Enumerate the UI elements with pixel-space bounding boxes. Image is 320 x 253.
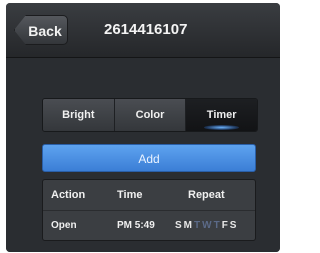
column-header-action: Action [51, 189, 86, 201]
day-thursday: T [213, 220, 220, 231]
row-time: PM 5:49 [117, 220, 155, 231]
tab-bright[interactable]: Bright [43, 99, 115, 131]
table-row[interactable]: Open PM 5:49 SMTWTFS [43, 211, 255, 241]
day-saturday: S [229, 220, 237, 231]
navigation-bar: Back 2614416107 [6, 3, 280, 58]
app-screen: Back 2614416107 Bright Color Timer Add A… [6, 3, 280, 252]
day-monday: M [183, 220, 193, 231]
day-sunday: S [175, 220, 182, 231]
row-action: Open [51, 220, 77, 231]
column-header-repeat: Repeat [188, 189, 225, 201]
mode-tabs: Bright Color Timer [42, 98, 258, 132]
table-header: Action Time Repeat [43, 180, 255, 211]
content-area: Bright Color Timer Add Action Time Repea… [6, 58, 280, 252]
column-header-time: Time [117, 189, 143, 201]
day-tuesday: T [194, 220, 201, 231]
add-button[interactable]: Add [42, 144, 256, 172]
timer-table: Action Time Repeat Open PM 5:49 SMTWTFS [42, 179, 256, 241]
back-button[interactable]: Back [14, 15, 68, 45]
day-wednesday: W [202, 220, 212, 231]
day-friday: F [221, 220, 228, 231]
tab-color[interactable]: Color [114, 99, 187, 131]
page-title: 2614416107 [104, 21, 188, 38]
tab-timer[interactable]: Timer [186, 99, 257, 131]
repeat-days: SMTWTFS [175, 211, 238, 241]
